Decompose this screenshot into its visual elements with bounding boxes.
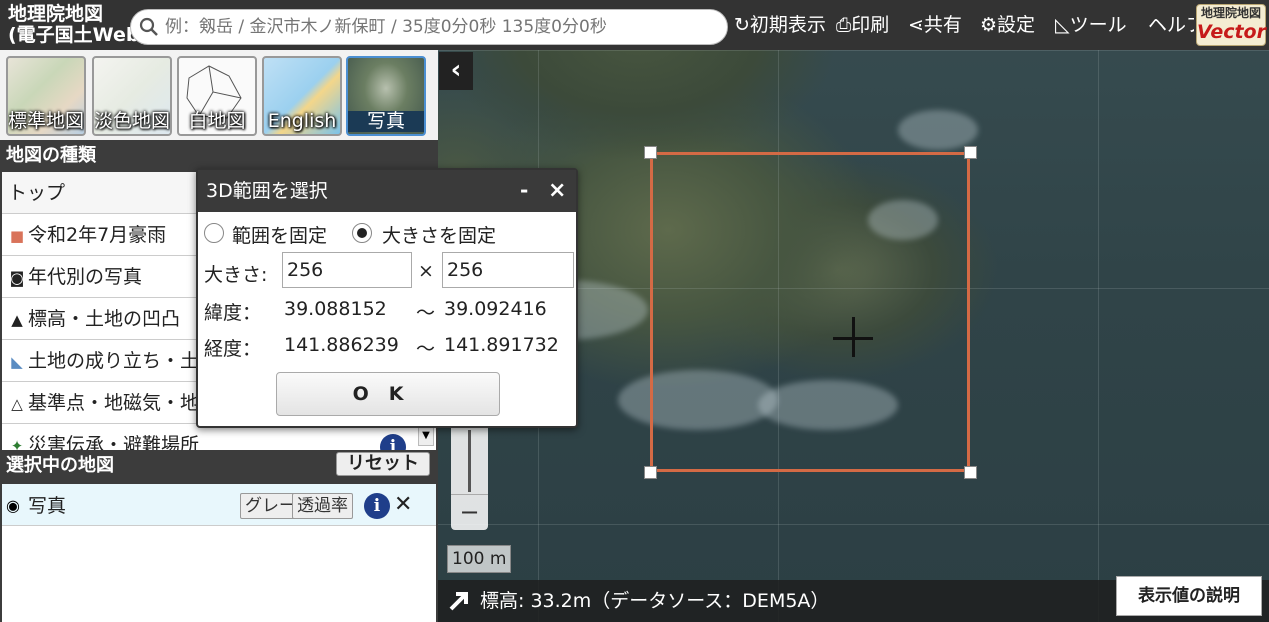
ruler-icon: ◺ <box>1055 14 1070 36</box>
resize-handle-bottom-right[interactable] <box>964 466 977 479</box>
scale-bar: 100 m <box>447 545 511 573</box>
gear-icon: ⚙ <box>980 14 998 36</box>
radio-fixed-range[interactable] <box>204 223 224 243</box>
3d-range-dialog: 3D範囲を選択 - × 範囲を固定 大きさを固定 大きさ: × 緯度： 39.0… <box>196 168 578 428</box>
longitude-label: 経度： <box>204 338 262 360</box>
longitude-from: 141.886239 <box>284 334 399 356</box>
longitude-to: 141.891732 <box>444 334 559 356</box>
grayscale-button[interactable]: グレースケール <box>240 493 296 519</box>
radio-fixed-size-label: 大きさを固定 <box>382 225 497 247</box>
search-box[interactable] <box>130 9 728 45</box>
base-map-photo[interactable]: 写真 <box>346 56 426 136</box>
explain-values-button[interactable]: 表示値の説明 <box>1116 576 1262 616</box>
selected-map-name: 写真 <box>28 495 67 517</box>
latitude-label: 緯度： <box>204 302 262 324</box>
triangle-point-icon: △ <box>11 395 23 413</box>
tools-button[interactable]: ◺ツール <box>1055 8 1127 42</box>
resize-handle-top-right[interactable] <box>964 146 977 159</box>
eye-icon[interactable]: ◉ <box>6 496 20 515</box>
mountain-icon: ▲ <box>11 311 23 329</box>
reset-view-button[interactable]: ↻初期表示 <box>734 8 826 42</box>
search-input[interactable] <box>163 12 719 42</box>
help-button[interactable]: ヘルプ <box>1148 8 1194 42</box>
size-label: 大きさ: <box>204 264 268 286</box>
settings-button[interactable]: ⚙設定 <box>980 8 1035 42</box>
opacity-button[interactable]: 透過率 <box>292 493 353 519</box>
camera-icon: ◙ <box>9 269 25 287</box>
map-grid-line <box>1098 0 1099 622</box>
base-map-blank[interactable]: 白地図 <box>177 56 257 136</box>
site-subtitle: (電子国土Web) <box>8 24 149 46</box>
base-map-selector: 標準地図 淡色地図 白地図 English 写真 <box>0 50 438 140</box>
minimize-icon[interactable]: - <box>520 170 528 210</box>
center-crosshair <box>852 317 855 357</box>
site-title: 地理院地図 <box>8 3 104 25</box>
search-icon <box>139 17 158 36</box>
map-grid-line <box>438 50 1269 51</box>
resize-handle-bottom-left[interactable] <box>644 466 657 479</box>
latitude-to: 39.092416 <box>444 298 547 320</box>
info-icon[interactable]: i <box>364 493 390 519</box>
land-icon: ◣ <box>11 353 23 371</box>
height-input[interactable] <box>442 252 574 288</box>
close-icon[interactable]: × <box>548 170 566 212</box>
folder-icon: ■ <box>9 227 25 245</box>
base-map-pale[interactable]: 淡色地図 <box>92 56 172 136</box>
map-types-heading: 地図の種類 <box>0 142 436 170</box>
close-icon[interactable]: ✕ <box>394 492 412 517</box>
share-button[interactable]: ⋖共有 <box>908 8 962 42</box>
latitude-from: 39.088152 <box>284 298 387 320</box>
print-button[interactable]: ⎙印刷 <box>836 8 889 42</box>
selected-maps-heading: 選択中の地図 <box>0 452 330 480</box>
size-times: × <box>418 260 434 282</box>
scroll-down-arrow[interactable]: ▼ <box>418 426 434 446</box>
zoom-slider[interactable] <box>468 430 471 492</box>
base-map-english[interactable]: English <box>262 56 342 136</box>
width-input[interactable] <box>282 252 412 288</box>
selected-maps-list: ◉ 写真 グレースケール 透過率 i ✕ <box>2 484 436 622</box>
radio-fixed-size[interactable] <box>352 223 372 243</box>
top-bar: 地理院地図 (電子国土Web) ↻初期表示 ⎙印刷 ⋖共有 ⚙設定 ◺ツール ヘ… <box>0 0 1269 50</box>
collapse-panel-button[interactable]: ‹ <box>439 52 473 90</box>
ok-button[interactable]: OK <box>276 372 500 416</box>
arrow-icon <box>449 592 468 611</box>
selected-map-row: ◉ 写真 グレースケール 透過率 i ✕ <box>2 484 436 526</box>
share-icon: ⋖ <box>908 14 924 36</box>
refresh-icon: ↻ <box>734 14 750 36</box>
disaster-icon: ✦ <box>10 437 24 450</box>
resize-handle-top-left[interactable] <box>644 146 657 159</box>
radio-fixed-range-label: 範囲を固定 <box>232 225 328 247</box>
elevation-readout: 標高: 33.2m（データソース：DEM5A） <box>480 590 830 612</box>
zoom-out-button[interactable]: − <box>451 494 488 530</box>
longitude-tilde: ～ <box>416 338 436 360</box>
vector-logo[interactable]: 地理院地図 Vector <box>1196 4 1266 46</box>
map-grid-line <box>438 524 1269 525</box>
latitude-tilde: ～ <box>416 302 436 324</box>
site-logo[interactable]: 地理院地図 (電子国土Web) <box>8 4 148 46</box>
printer-icon: ⎙ <box>836 14 852 36</box>
elevation-bar: 標高: 33.2m（データソース：DEM5A） 表示値の説明 <box>438 576 1269 622</box>
reset-button[interactable]: リセット <box>336 452 430 476</box>
surf-foam <box>898 110 978 150</box>
base-map-standard[interactable]: 標準地図 <box>6 56 86 136</box>
3d-selection-box[interactable] <box>650 152 970 472</box>
